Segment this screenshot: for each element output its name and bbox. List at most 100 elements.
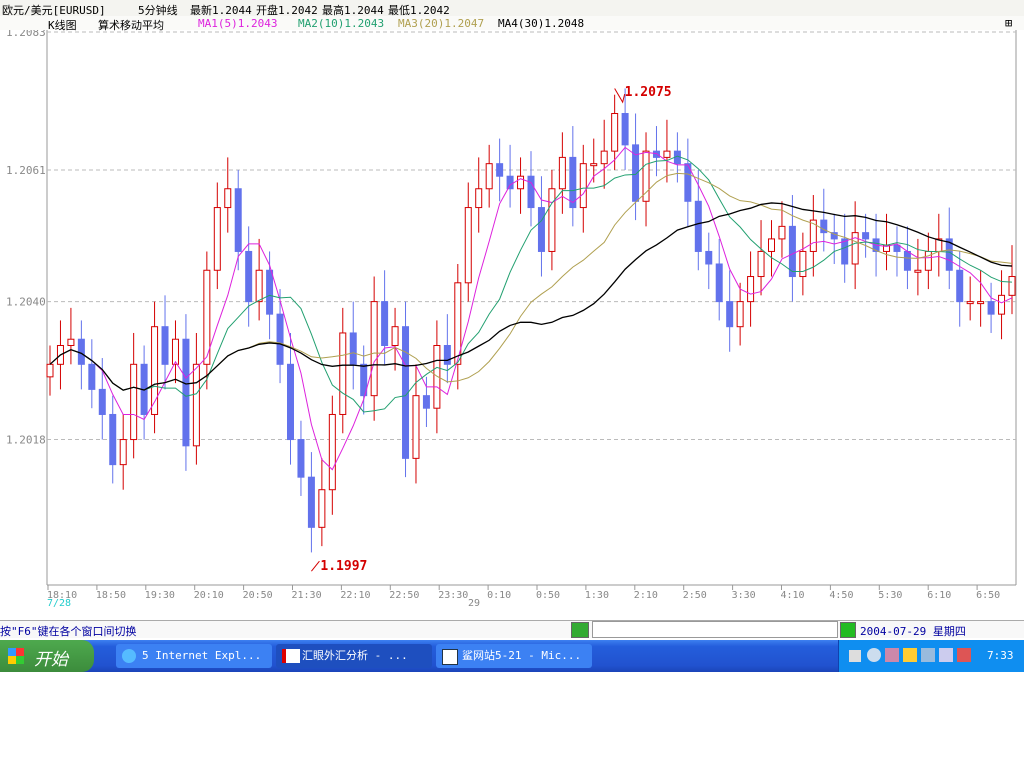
expand-icon[interactable]: ⊞	[1005, 16, 1012, 30]
ie-icon	[122, 649, 136, 663]
taskbar: 开始 5 Internet Expl... 汇眼外汇分析 - ... 鲨网站5-…	[0, 640, 1024, 672]
ma2-label: MA2(10)1.2043	[298, 17, 385, 30]
candle-up	[412, 395, 420, 459]
candle-down	[527, 175, 535, 209]
candle-down	[297, 439, 305, 478]
antivirus-icon[interactable]	[957, 648, 971, 662]
candle-up	[255, 269, 263, 303]
x-tick-label: 18:50	[96, 590, 126, 601]
x-tick-label: 2:50	[683, 590, 707, 601]
x-tick-label: 19:30	[145, 590, 175, 601]
candle-down	[266, 269, 274, 315]
windows-logo-icon	[8, 648, 24, 664]
candle-up	[768, 238, 775, 252]
task-word-document[interactable]: 鲨网站5-21 - Mic...	[436, 644, 592, 668]
network-icon[interactable]	[571, 622, 589, 638]
x-tick-label: 6:50	[976, 590, 1000, 601]
x-tick-label: 23:30	[438, 590, 468, 601]
task-fx-analysis[interactable]: 汇眼外汇分析 - ...	[276, 644, 432, 668]
system-tray: 7:33	[838, 640, 1024, 672]
candle-down	[956, 269, 964, 303]
candle-down	[161, 326, 169, 365]
status-hint: 按"F6"键在各个窗口间切换	[0, 625, 137, 638]
start-button[interactable]: 开始	[0, 640, 94, 672]
candle-up	[757, 250, 765, 278]
status-field	[592, 621, 838, 638]
candle-up	[328, 413, 336, 491]
y-tick-label: 1.2018	[6, 434, 46, 447]
candle-up	[736, 301, 744, 328]
candlestick-chart[interactable]: 1.20831.20611.20401.201818:10 18:50 19:30 2…	[0, 30, 1024, 615]
task-internet-explorer[interactable]: 5 Internet Expl...	[116, 644, 272, 668]
x-tick-label: 20:10	[194, 590, 224, 601]
candle-down	[422, 395, 430, 409]
candle-up	[966, 301, 974, 305]
lightbulb-icon[interactable]	[840, 622, 856, 638]
candle-down	[77, 338, 85, 365]
x-tick-label: 1:30	[585, 590, 609, 601]
candle-down	[893, 244, 901, 252]
task-label: 汇眼外汇分析 - ...	[302, 649, 408, 662]
candle-up	[579, 163, 587, 209]
x-tick-label: 6:10	[927, 590, 951, 601]
tray-app-icon[interactable]	[885, 648, 899, 662]
candle-down	[715, 263, 723, 303]
show-hidden-icon[interactable]	[867, 648, 881, 662]
candle-up	[778, 225, 786, 240]
x-tick-label: 22:10	[340, 590, 370, 601]
candle-down	[652, 150, 660, 158]
x-tick-label: 20:50	[243, 590, 273, 601]
clock[interactable]: 7:33	[987, 649, 1014, 662]
app-icon	[282, 649, 300, 663]
candle-up	[590, 163, 598, 167]
x-tick-label: 0:50	[536, 590, 560, 601]
candle-up	[548, 188, 556, 252]
candle-up	[370, 301, 378, 397]
warning-icon[interactable]	[903, 648, 917, 662]
x-tick-label: 21:30	[292, 590, 322, 601]
candle-up	[663, 150, 671, 158]
candle-up	[799, 250, 807, 278]
candle-up	[998, 294, 1006, 315]
candle-down	[88, 363, 96, 390]
candle-down	[862, 232, 870, 240]
candle-down	[537, 207, 545, 252]
candle-up	[747, 276, 755, 303]
monitor-icon[interactable]	[939, 648, 953, 662]
x-tick-label: 3:30	[732, 590, 756, 601]
candle-up	[611, 113, 619, 152]
start-label: 开始	[34, 650, 68, 670]
candle-up	[213, 207, 221, 271]
candle-down	[506, 175, 514, 190]
candle-down	[349, 332, 357, 365]
candle-up	[977, 301, 985, 305]
ma1-label: MA1(5)1.2043	[198, 17, 278, 30]
candle-up	[339, 332, 347, 415]
max-annotation: 1.2075	[625, 85, 672, 100]
keyboard-icon[interactable]	[849, 650, 861, 662]
network-tray-icon[interactable]	[921, 648, 935, 662]
x-tick-label: 4:50	[829, 590, 853, 601]
candle-down	[287, 363, 294, 441]
x-tick-label: 0:10	[487, 590, 511, 601]
candle-down	[788, 225, 796, 278]
candle-down	[903, 250, 911, 271]
candle-up	[924, 250, 932, 271]
candle-up	[642, 150, 650, 202]
candle-up	[475, 188, 483, 209]
candle-up	[517, 175, 525, 190]
date-label: 29	[468, 598, 480, 609]
candle-up	[171, 338, 179, 365]
candle-up	[318, 489, 326, 528]
candle-down	[234, 188, 242, 252]
candle-up	[464, 207, 472, 284]
candle-up	[391, 326, 399, 347]
candle-down	[443, 345, 451, 365]
max-pointer	[614, 88, 626, 104]
ma4-label: MA4(30)1.2048	[498, 17, 585, 30]
candle-up	[67, 338, 75, 347]
task-label: 5 Internet Expl...	[142, 649, 262, 662]
y-tick-label: 1.2083	[6, 30, 46, 39]
candle-down	[381, 301, 389, 346]
candle-down	[841, 238, 849, 265]
